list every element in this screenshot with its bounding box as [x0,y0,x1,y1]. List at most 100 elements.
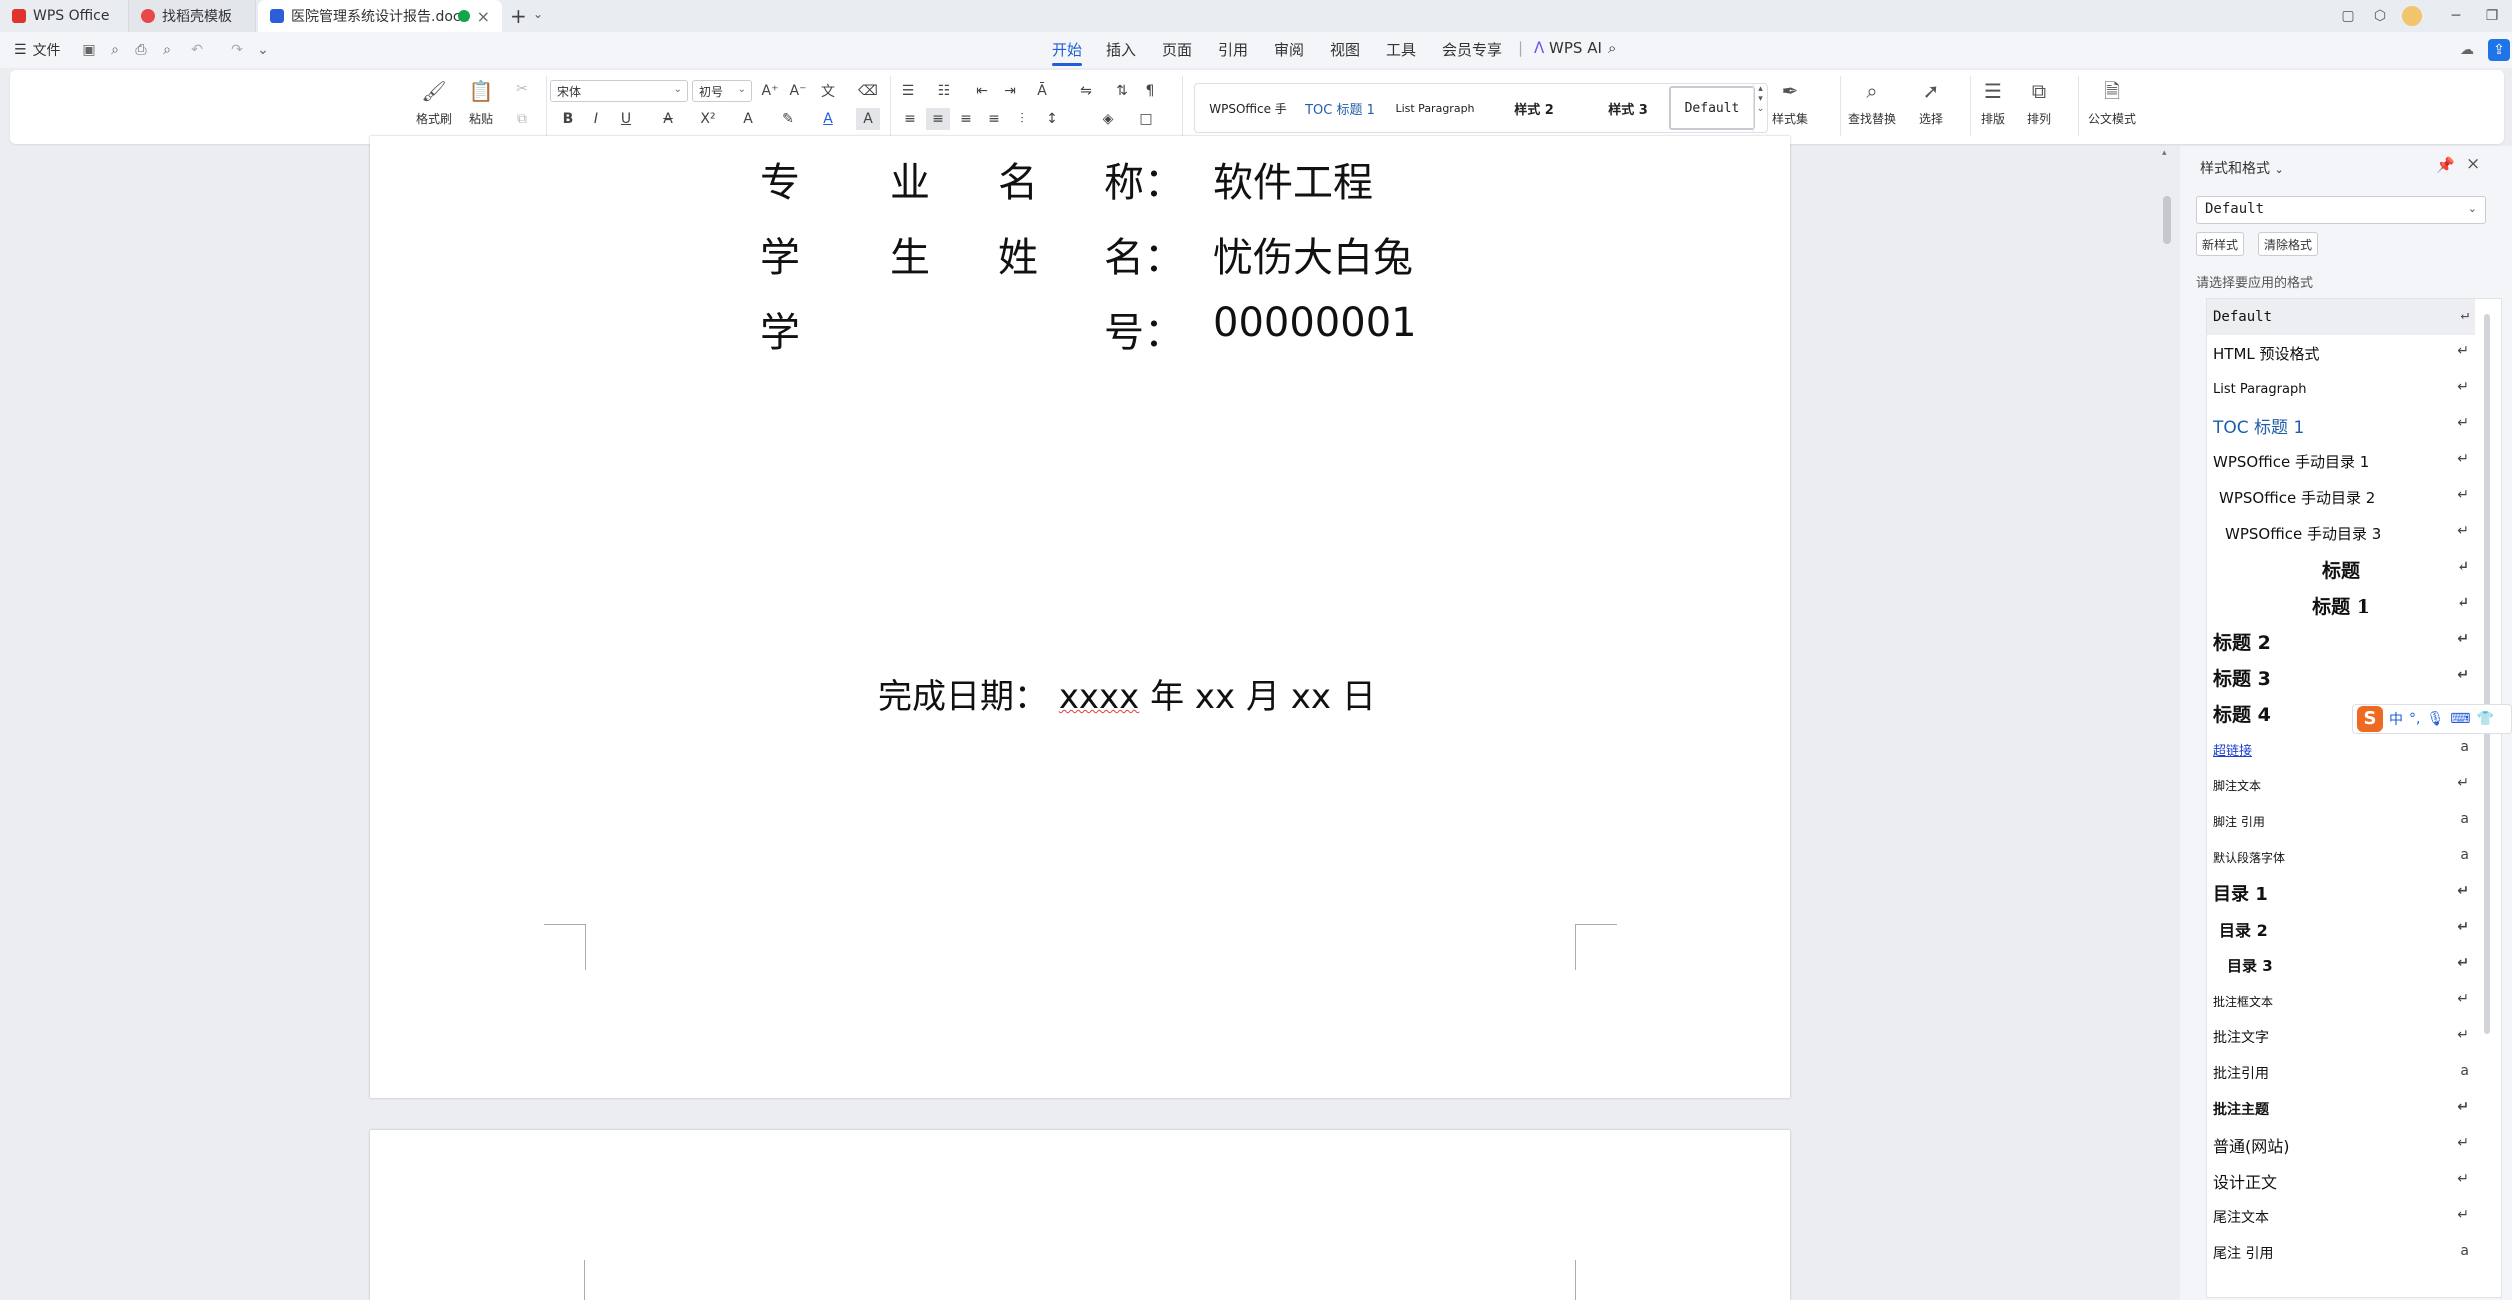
tab-wps-office[interactable]: WPS Office [0,0,128,32]
list-item[interactable]: 设计正文 ↵ [2207,1163,2475,1199]
tab-tools[interactable]: 工具 [1386,39,1416,60]
tab-home[interactable]: 开始 [1052,39,1083,66]
close-icon[interactable]: × [2466,154,2480,174]
tab-docer-templates[interactable]: 找稻壳模板 [128,0,256,32]
scrollbar-thumb[interactable] [2163,196,2171,244]
tab-review[interactable]: 审阅 [1274,39,1304,60]
document-scrollbar[interactable]: ▴ [2160,146,2174,1300]
tab-insert[interactable]: 插入 [1106,39,1136,60]
list-item[interactable]: 目录 1 ↵ [2207,875,2475,911]
list-item[interactable]: 批注文字 ↵ [2207,1019,2475,1055]
tab-page[interactable]: 页面 [1162,39,1192,60]
list-item[interactable]: 尾注 引用 a [2207,1235,2475,1271]
gallery-style-default[interactable]: Default [1669,86,1755,130]
font-color-icon[interactable]: A [816,108,840,130]
list-item[interactable]: 超链接 a [2207,731,2475,767]
borders-icon[interactable]: □ [1134,108,1158,130]
arrange-button[interactable]: ⧉ 排列 [2026,78,2052,127]
gallery-style-toc-heading[interactable]: TOC 标题 1 [1297,84,1383,132]
tab-membership[interactable]: 会员专享 [1442,39,1502,60]
tab-document[interactable]: 医院管理系统设计报告.docx × [258,0,502,32]
close-icon[interactable]: × [477,7,490,26]
show-marks-icon[interactable]: ¶ [1138,80,1162,102]
list-item[interactable]: 标题 2 ↵ [2207,623,2475,659]
list-item[interactable]: TOC 标题 1 ↵ [2207,407,2475,443]
search-icon[interactable]: ⌕ [1608,39,1616,57]
list-item[interactable]: 脚注 引用 a [2207,803,2475,839]
text-direction-icon[interactable]: Ā [1030,80,1054,102]
list-item[interactable]: HTML 预设格式 ↵ [2207,335,2475,371]
gallery-scroll[interactable]: ▴ ▾ ⌄ [1753,84,1767,132]
settings-cube-icon[interactable]: ⬡ [2368,4,2392,28]
document-page[interactable]: 专 业 名 称： 软件工程 学 生 姓 名： 忧伤大白兔 学 号： 000000… [370,136,1790,1098]
pin-icon[interactable]: 📌 [2436,156,2455,174]
find-icon[interactable]: ⌕ [104,39,126,61]
sort-icon[interactable]: ⇅ [1110,80,1134,102]
list-item[interactable]: 标题 1 ↵ [2207,587,2475,623]
gallery-style-list-paragraph[interactable]: List Paragraph [1387,84,1483,132]
minimize-icon[interactable]: ─ [2444,4,2468,28]
official-mode-button[interactable]: 🗎 公文模式 [2088,78,2136,127]
skin-icon[interactable]: 👕 [2476,711,2493,727]
styles-pane-title[interactable]: 样式和格式 ⌄ [2200,158,2284,178]
list-item[interactable]: 批注引用 a [2207,1055,2475,1091]
list-item[interactable]: WPSOffice 手动目录 1 ↵ [2207,443,2475,479]
list-item[interactable]: 批注主题 ↵ [2207,1091,2475,1127]
print-preview-icon[interactable]: ⌕ [156,39,178,61]
shading-icon[interactable]: ◈ [1096,108,1120,130]
align-center-icon[interactable]: ≡ [926,108,950,130]
list-item[interactable]: 普通(网站) ↵ [2207,1127,2475,1163]
list-item[interactable]: 标题 ↵ [2207,551,2475,587]
tab-view[interactable]: 视图 [1330,39,1360,60]
gallery-style-wpsoffice[interactable]: WPSOffice 手 [1203,84,1293,132]
bullets-icon[interactable]: ☰ [896,80,920,102]
list-item[interactable]: Default ↵ [2207,299,2475,335]
text-effect-icon[interactable]: A [736,108,760,130]
font-name-select[interactable]: 宋体 ⌄ [550,80,688,102]
italic-icon[interactable]: I [584,108,608,130]
list-item[interactable]: 批注框文本 ↵ [2207,983,2475,1019]
file-menu[interactable]: ☰ 文件 [14,40,61,60]
tab-list-chevron-icon[interactable]: ⌄ [533,7,543,21]
distribute-icon[interactable]: ⫶ [1010,108,1034,130]
clear-format-button[interactable]: 清除格式 [2258,232,2319,256]
more-chevron-icon[interactable]: ⌄ [252,39,274,61]
save-icon[interactable]: ▣ [78,39,100,61]
align-right-icon[interactable]: ≡ [954,108,978,130]
find-replace-button[interactable]: ⌕ 查找替换 [1848,78,1896,127]
avatar[interactable] [2400,4,2424,28]
redo-icon[interactable]: ↷ [226,39,248,61]
new-tab-button[interactable]: + [510,4,527,28]
gallery-style-2[interactable]: 样式 2 [1489,84,1579,132]
list-item[interactable]: 标题 3 ↵ [2207,659,2475,695]
underline-icon[interactable]: U [614,108,638,130]
format-painter-button[interactable]: 🖌 格式刷 [416,78,452,127]
copy-icon[interactable]: ⧉ [510,108,534,130]
line-spacing-icon[interactable]: ↕ [1040,108,1064,130]
list-item[interactable]: 脚注文本 ↵ [2207,767,2475,803]
undo-icon[interactable]: ↶ [186,39,208,61]
align-left-icon[interactable]: ≡ [898,108,922,130]
restore-icon[interactable]: ❐ [2480,4,2504,28]
list-item[interactable]: WPSOffice 手动目录 3 ↵ [2207,515,2475,551]
list-item[interactable]: 目录 3 ↵ [2207,947,2475,983]
styles-set-button[interactable]: ✒ 样式集 [1772,78,1808,127]
grow-font-icon[interactable]: A⁺ [758,80,782,102]
ime-punctuation[interactable]: °, [2409,711,2420,727]
clear-format-icon[interactable]: ⌫ [856,80,880,102]
wps-ai-button[interactable]: ᐱ WPS AI [1534,39,1602,57]
decrease-indent-icon[interactable]: ⇤ [970,80,994,102]
increase-indent-icon[interactable]: ⇥ [998,80,1022,102]
paste-button[interactable]: 📋 粘贴 [468,78,494,127]
share-icon[interactable]: ⇪ [2488,39,2510,61]
scroll-up-icon[interactable]: ▴ [2162,148,2167,158]
style-list-scrollbar[interactable] [2484,314,2490,1034]
font-size-select[interactable]: 初号 ⌄ [692,80,752,102]
list-item[interactable]: List Paragraph ↵ [2207,371,2475,407]
list-item[interactable]: 尾注文本 ↵ [2207,1199,2475,1235]
list-item[interactable]: 目录 2 ↵ [2207,911,2475,947]
document-page[interactable] [370,1130,1790,1300]
shrink-font-icon[interactable]: A⁻ [786,80,810,102]
justify-icon[interactable]: ≡ [982,108,1006,130]
strikethrough-icon[interactable]: A [656,108,680,130]
